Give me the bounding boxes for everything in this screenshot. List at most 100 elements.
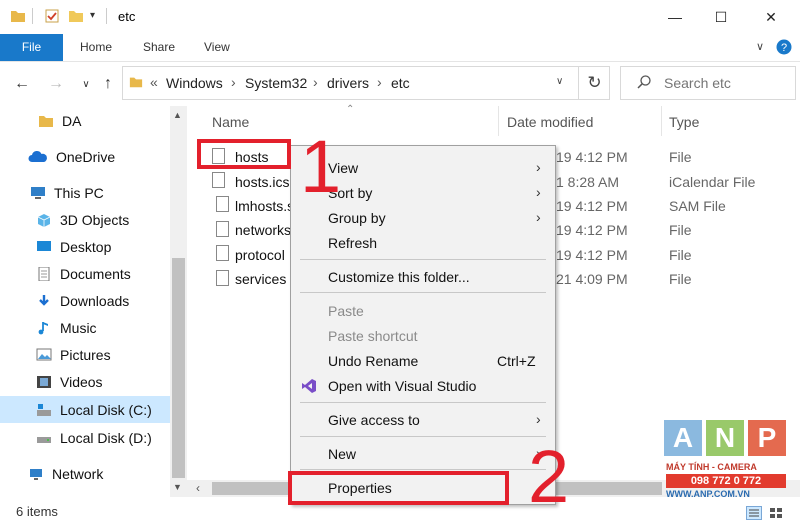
menu-item-give-access[interactable]: Give access to [328,412,420,428]
search-input[interactable] [664,75,784,91]
svg-text:?: ? [781,42,787,54]
file-name[interactable]: lmhosts.s [235,198,294,214]
cube-icon [37,213,51,227]
scroll-down-icon[interactable]: ▼ [173,482,182,492]
divider [32,8,33,24]
file-date: 21 4:09 PM [556,271,628,287]
nav-item-da[interactable]: DA [0,107,170,134]
chevron-down-icon[interactable]: ▾ [90,10,95,21]
file-icon [216,270,229,286]
file-type: File [669,271,692,287]
network-icon [30,468,42,480]
file-date: 19 4:12 PM [556,149,628,165]
chevron-right-icon[interactable]: › [313,74,318,90]
details-view-icon[interactable] [746,506,762,520]
column-header-type[interactable]: Type [669,114,699,130]
menu-item-new[interactable]: New [328,446,356,462]
tab-view[interactable]: View [192,34,242,61]
file-icon [216,196,229,212]
chevron-down-icon[interactable]: ∨ [556,76,563,87]
nav-item-downloads[interactable]: Downloads [0,287,170,314]
menu-item-refresh[interactable]: Refresh [328,235,377,251]
nav-item-label: Music [60,319,97,336]
menu-item-open-visual-studio[interactable]: Open with Visual Studio [328,378,476,394]
scroll-left-icon[interactable]: ‹ [196,481,200,495]
column-header-name[interactable]: Name [212,114,249,130]
file-name[interactable]: protocol [235,247,285,263]
breadcrumb-windows[interactable]: Windows [166,75,223,91]
file-type: File [669,149,692,165]
breadcrumb-drivers[interactable]: drivers [327,75,369,91]
chevron-right-icon[interactable]: › [377,74,382,90]
menu-item-paste[interactable]: Paste [328,303,364,319]
nav-item-music[interactable]: Music [0,314,170,341]
nav-item-this-pc[interactable]: This PC [0,179,170,206]
picture-icon [36,348,52,360]
logo-tagline: MÁY TÍNH - CAMERA [666,462,757,472]
logo-site: WWW.ANP.COM.VN [666,489,750,499]
step-number-2: 2 [528,435,570,518]
chevron-right-icon[interactable]: › [231,74,236,90]
step-number-1: 1 [300,125,342,208]
menu-item-undo-rename[interactable]: Undo Rename [328,353,418,369]
help-icon[interactable]: ? [776,39,792,55]
tab-share[interactable]: Share [131,34,187,61]
nav-item-onedrive[interactable]: OneDrive [0,143,170,170]
nav-item-local-disk-c[interactable]: Local Disk (C:) [0,396,170,423]
root-chevron[interactable]: « [150,74,158,90]
nav-item-label: This PC [54,184,104,201]
file-type: File [669,222,692,238]
close-icon[interactable]: ✕ [748,0,794,34]
scroll-up-icon[interactable]: ▲ [173,110,182,120]
maximize-icon[interactable]: ☐ [698,0,744,34]
refresh-button[interactable]: ↻ [578,66,610,100]
forward-arrow-icon[interactable]: → [44,72,68,96]
nav-item-desktop[interactable]: Desktop [0,233,170,260]
properties-check-icon[interactable] [44,8,60,24]
breadcrumb-etc[interactable]: etc [391,75,410,91]
new-folder-icon[interactable] [68,9,84,23]
tab-file[interactable]: File [0,34,63,61]
anp-watermark-logo: A N P MÁY TÍNH - CAMERA 098 772 0 772 WW… [664,420,794,500]
chevron-right-icon: › [536,184,541,200]
cloud-icon [28,150,47,162]
chevron-down-icon[interactable]: ∨ [74,72,98,96]
file-name[interactable]: networks [235,222,291,238]
file-name[interactable]: hosts.ics [235,174,289,190]
nav-item-documents[interactable]: Documents [0,260,170,287]
nav-item-pictures[interactable]: Pictures [0,341,170,368]
chevron-down-icon[interactable]: ∨ [756,40,764,53]
file-type: iCalendar File [669,174,756,190]
nav-item-label: Documents [60,265,131,282]
back-arrow-icon[interactable]: ← [10,72,34,96]
menu-separator [300,292,546,293]
minimize-icon[interactable]: — [652,0,698,34]
nav-item-label: Local Disk (C:) [60,401,152,418]
column-header-date[interactable]: Date modified [507,114,593,130]
menu-item-group-by[interactable]: Group by [328,210,386,226]
divider [498,106,499,136]
nav-item-videos[interactable]: Videos [0,368,170,395]
nav-item-network[interactable]: Network [0,460,170,487]
file-name[interactable]: services [235,271,286,287]
up-arrow-icon[interactable]: ↑ [96,72,120,96]
menu-item-paste-shortcut[interactable]: Paste shortcut [328,328,418,344]
drive-icon [37,436,51,443]
desktop-icon [37,240,51,251]
nav-item-3d-objects[interactable]: 3D Objects [0,206,170,233]
nav-item-label: Videos [60,373,103,390]
nav-item-local-disk-d[interactable]: Local Disk (D:) [0,424,170,451]
folder-icon [129,77,143,88]
tab-home[interactable]: Home [68,34,124,61]
download-arrow-icon [39,294,49,306]
breadcrumb-system32[interactable]: System32 [245,75,307,91]
nav-item-label: Pictures [60,346,111,363]
menu-item-customize[interactable]: Customize this folder... [328,269,470,285]
windows-drive-icon [37,403,51,416]
menu-separator [300,436,546,437]
menu-separator [300,259,546,260]
nav-scroll-thumb[interactable] [172,258,185,478]
large-icons-view-icon[interactable] [768,506,784,520]
nav-item-label: 3D Objects [60,211,130,228]
file-type: File [669,247,692,263]
